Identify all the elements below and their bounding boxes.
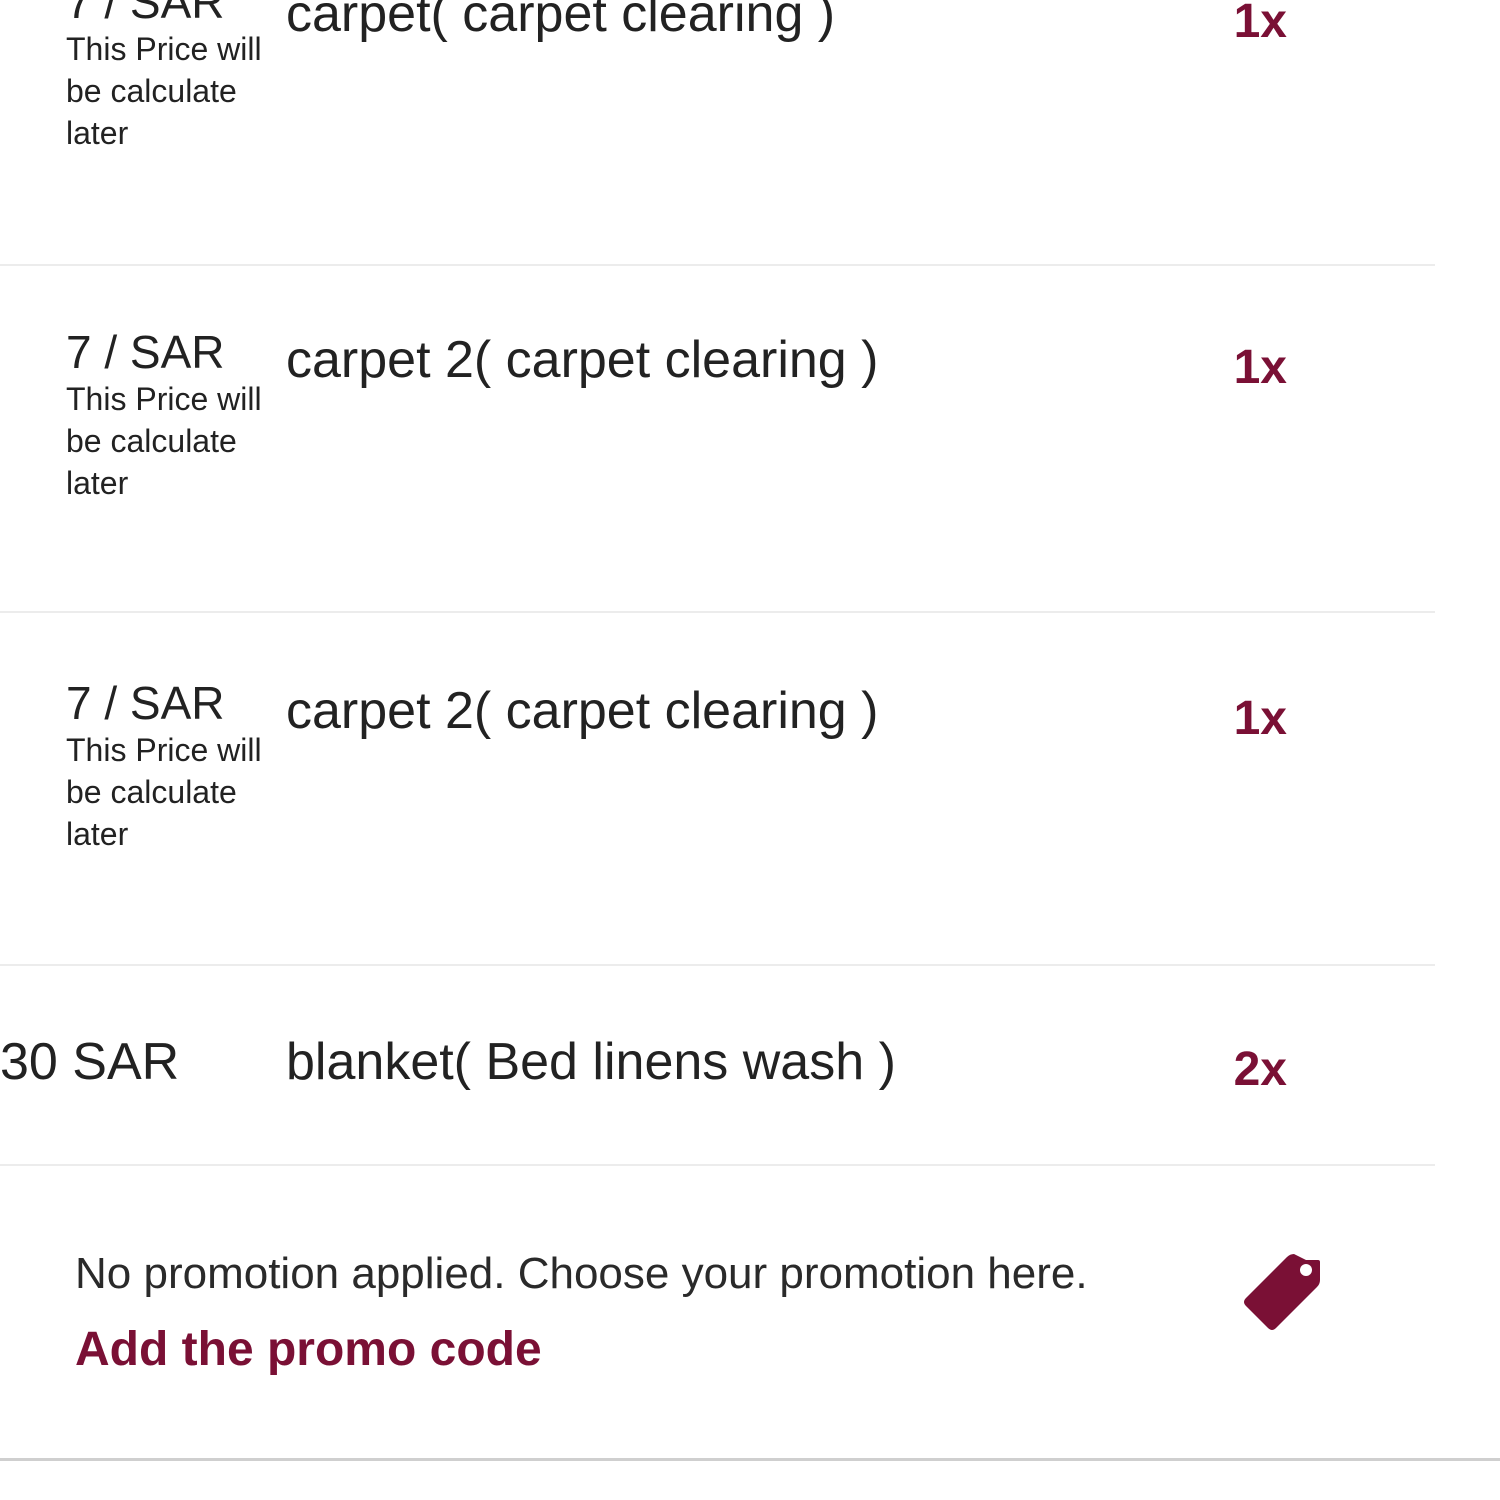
order-item-row: 7 / SAR This Price will be calculate lat…: [0, 266, 1435, 612]
section-divider: [0, 1458, 1500, 1461]
row-divider: [0, 1164, 1435, 1166]
tag-icon[interactable]: [1238, 1246, 1330, 1338]
item-name: blanket( Bed linens wash ): [286, 1033, 896, 1091]
order-items-list: 7 / SAR This Price will be calculate lat…: [0, 0, 1500, 1500]
item-price-block: 7 / SAR This Price will be calculate lat…: [66, 0, 286, 154]
add-promo-code-link[interactable]: Add the promo code: [75, 1320, 542, 1380]
item-price: 7 / SAR: [66, 326, 225, 378]
item-price-note: This Price will be calculate later: [66, 31, 262, 151]
item-name: carpet 2( carpet clearing ): [286, 331, 879, 389]
item-quantity: 2x: [1233, 1043, 1287, 1096]
tag-icon-graphic: [1244, 1254, 1320, 1330]
order-item-row: 7 / SAR This Price will be calculate lat…: [0, 0, 1435, 266]
promo-status-text: No promotion applied. Choose your promot…: [75, 1249, 1088, 1298]
item-name: carpet( carpet clearing ): [286, 0, 836, 43]
item-price-block: 7 / SAR This Price will be calculate lat…: [66, 326, 286, 504]
item-name: carpet 2( carpet clearing ): [286, 682, 879, 740]
item-price: 7 / SAR: [66, 0, 225, 28]
item-quantity: 1x: [1233, 341, 1287, 394]
item-price: 30 SAR: [0, 1033, 180, 1091]
item-quantity: 1x: [1233, 0, 1287, 48]
item-quantity: 1x: [1233, 692, 1287, 745]
item-price: 7 / SAR: [66, 677, 225, 729]
item-price-note: This Price will be calculate later: [66, 732, 262, 852]
order-item-row: 7 / SAR This Price will be calculate lat…: [0, 613, 1435, 965]
item-price-note: This Price will be calculate later: [66, 381, 262, 501]
item-price-block: 7 / SAR This Price will be calculate lat…: [66, 677, 286, 855]
order-item-row: 30 SAR blanket( Bed linens wash ) 2x: [0, 966, 1435, 1164]
promo-section: No promotion applied. Choose your promot…: [0, 1168, 1500, 1458]
